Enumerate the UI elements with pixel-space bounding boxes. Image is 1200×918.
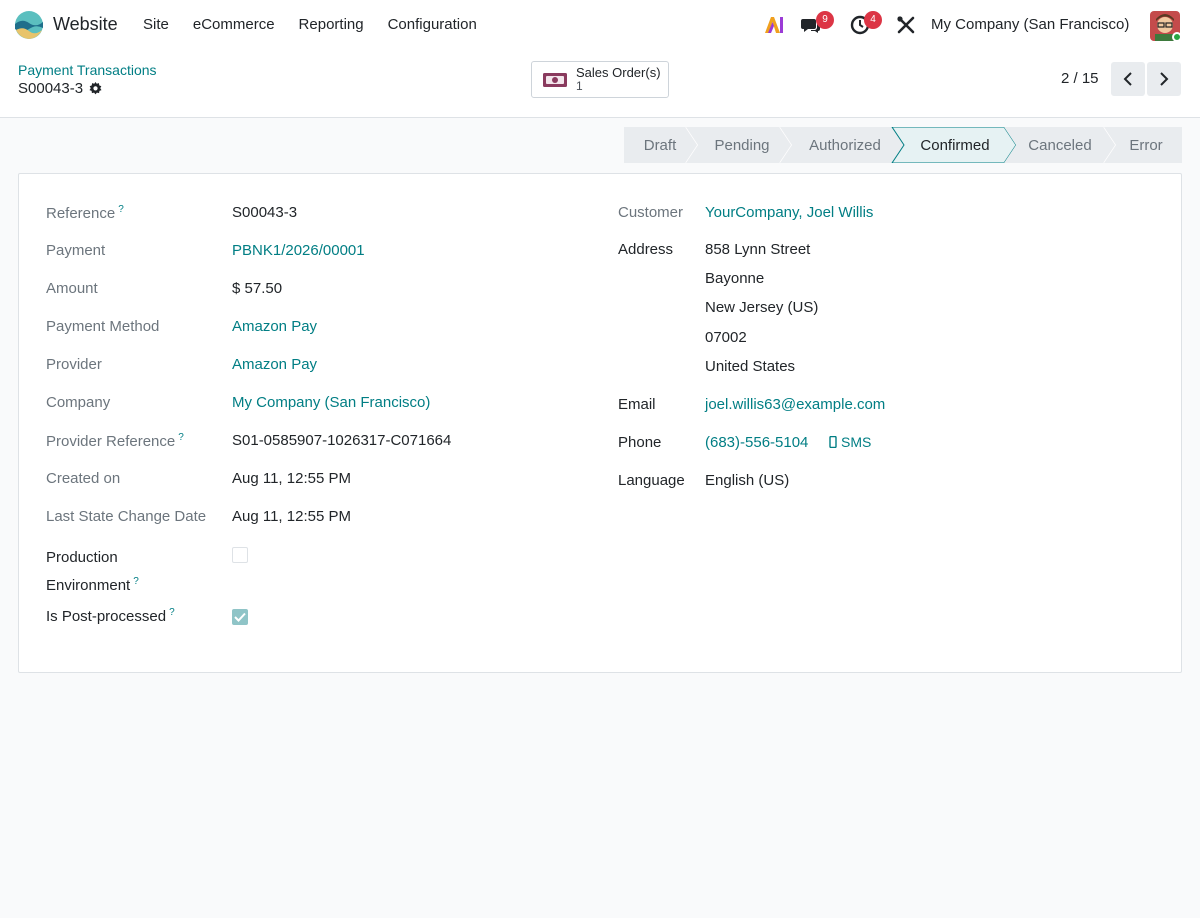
field-label-reference: Reference? xyxy=(46,204,124,222)
help-icon[interactable]: ? xyxy=(178,432,184,443)
field-value-last-state-change: Aug 11, 12:55 PM xyxy=(232,508,351,525)
menu-site[interactable]: Site xyxy=(143,16,169,33)
control-panel: Payment Transactions S00043-3 Sales Orde… xyxy=(0,50,1200,118)
field-value-customer[interactable]: YourCompany, Joel Willis xyxy=(705,204,873,221)
sales-orders-smart-button[interactable]: Sales Order(s) 1 xyxy=(531,61,669,98)
smart-button-label: Sales Order(s) xyxy=(576,65,661,80)
field-label-last-state-change: Last State Change Date xyxy=(46,508,207,525)
field-value-phone[interactable]: (683)-556-5104 xyxy=(705,434,808,451)
field-label-amount: Amount xyxy=(46,280,98,297)
address-line-zip: 07002 xyxy=(705,329,747,346)
field-value-amount: $ 57.50 xyxy=(232,280,283,297)
menu-configuration[interactable]: Configuration xyxy=(388,16,477,33)
address-line-state: New Jersey (US) xyxy=(705,299,819,316)
company-switcher[interactable]: My Company (San Francisco) xyxy=(931,16,1129,33)
smart-button-count: 1 xyxy=(576,79,583,93)
sms-label: SMS xyxy=(841,434,872,450)
field-label-phone: Phone xyxy=(618,434,662,451)
messages-badge: 9 xyxy=(816,11,834,29)
field-label-created-on: Created on xyxy=(46,470,121,487)
top-navbar: Website Site eCommerce Reporting Configu… xyxy=(0,0,1200,50)
record-title: S00043-3 xyxy=(18,80,102,97)
menu-reporting[interactable]: Reporting xyxy=(299,16,364,33)
help-icon[interactable]: ? xyxy=(133,576,139,587)
help-icon[interactable]: ? xyxy=(169,607,175,618)
address-line-street: 858 Lynn Street xyxy=(705,241,811,258)
help-icon[interactable]: ? xyxy=(118,204,124,215)
chevron-right-icon xyxy=(1160,72,1169,86)
field-value-reference: S00043-3 xyxy=(232,204,298,221)
status-bar: Draft Pending Authorized Confirmed Cance… xyxy=(624,127,1182,163)
field-value-provider-reference: S01-0585907-1026317-C071664 xyxy=(232,432,452,449)
field-label-provider: Provider xyxy=(46,356,102,373)
field-label-customer: Customer xyxy=(618,204,684,221)
field-label-production-environment: Production Environment? xyxy=(46,549,139,594)
stage-canceled-label: Canceled xyxy=(1028,137,1091,154)
field-label-post-processed: Is Post-processed? xyxy=(46,607,175,625)
field-value-payment-method[interactable]: Amazon Pay xyxy=(232,318,317,335)
money-icon xyxy=(543,72,567,87)
field-label-language: Language xyxy=(618,472,685,489)
activities-badge: 4 xyxy=(864,11,882,29)
field-value-payment[interactable]: PBNK1/2026/00001 xyxy=(232,242,365,259)
website-app-icon[interactable] xyxy=(14,10,44,40)
online-status-dot xyxy=(1172,32,1182,42)
debug-tools-icon[interactable] xyxy=(896,0,918,50)
field-value-provider[interactable]: Amazon Pay xyxy=(232,356,317,373)
sms-button[interactable]: SMS xyxy=(829,434,871,450)
pager-previous-button[interactable] xyxy=(1111,62,1145,96)
main-menu: Site eCommerce Reporting Configuration xyxy=(143,16,501,33)
breadcrumb-payment-transactions[interactable]: Payment Transactions xyxy=(18,62,157,78)
gear-icon[interactable] xyxy=(89,82,102,95)
app-name[interactable]: Website xyxy=(53,14,118,35)
chevron-left-icon xyxy=(1123,72,1132,86)
field-value-created-on: Aug 11, 12:55 PM xyxy=(232,470,351,487)
record-name: S00043-3 xyxy=(18,80,84,97)
stage-pending-label: Pending xyxy=(714,137,769,154)
field-value-company[interactable]: My Company (San Francisco) xyxy=(232,394,430,411)
checkmark-icon xyxy=(234,612,246,622)
form-sheet: Reference? S00043-3 Payment PBNK1/2026/0… xyxy=(18,173,1182,673)
field-label-address: Address xyxy=(618,241,674,258)
pager-next-button[interactable] xyxy=(1147,62,1181,96)
stage-draft-label: Draft xyxy=(644,137,677,154)
field-label-company: Company xyxy=(46,394,111,411)
production-environment-checkbox[interactable] xyxy=(232,547,248,563)
ai-icon[interactable] xyxy=(763,0,787,50)
stage-confirmed-label: Confirmed xyxy=(920,137,989,154)
field-label-payment: Payment xyxy=(46,242,106,259)
pager-value[interactable]: 2 / 15 xyxy=(1061,70,1099,87)
address-line-city: Bayonne xyxy=(705,270,765,287)
stage-error-label: Error xyxy=(1129,137,1162,154)
mobile-phone-icon xyxy=(829,436,837,448)
field-label-provider-reference: Provider Reference? xyxy=(46,432,184,450)
address-line-country: United States xyxy=(705,358,796,375)
field-label-email: Email xyxy=(618,396,656,413)
post-processed-checkbox[interactable] xyxy=(232,609,248,625)
field-value-language: English (US) xyxy=(705,472,790,489)
stage-authorized-label: Authorized xyxy=(809,137,881,154)
field-label-payment-method: Payment Method xyxy=(46,318,160,335)
field-value-email[interactable]: joel.willis63@example.com xyxy=(705,396,885,413)
menu-ecommerce[interactable]: eCommerce xyxy=(193,16,275,33)
